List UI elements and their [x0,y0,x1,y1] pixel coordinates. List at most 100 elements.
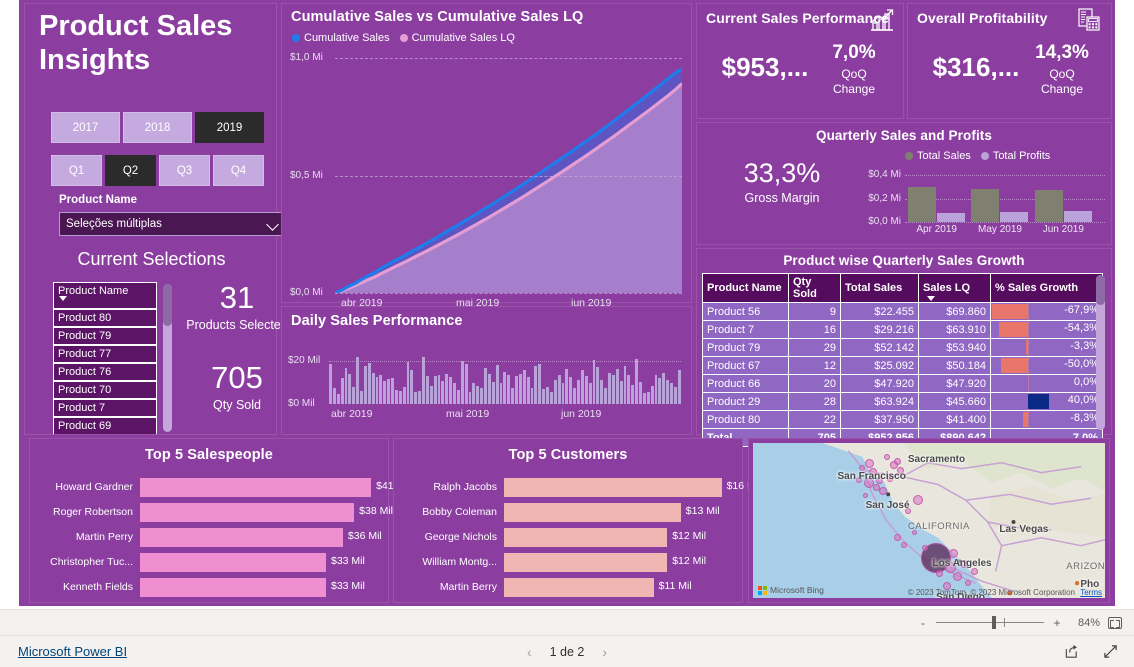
customer-row[interactable]: Ralph Jacobs $16 Mil [394,475,760,499]
daily-sales-bar[interactable] [526,376,530,404]
product-list-item[interactable]: Product 76 [53,363,157,381]
daily-sales-bar[interactable] [650,385,654,404]
table-row[interactable]: Product 29 28 $63.924 $45.660 40,0% [702,392,1103,411]
table-header-row[interactable]: Product Name Qty Sold Total Sales Sales LQ%… [702,273,1103,303]
table-cell[interactable]: Product 56 [702,302,789,321]
quarter-button-q1[interactable]: Q1 [51,155,102,186]
daily-sales-bar[interactable] [379,374,383,404]
table-cell[interactable]: 9 [788,302,841,321]
daily-sales-bar[interactable] [639,382,642,404]
daily-sales-bar[interactable] [518,373,522,404]
table-row[interactable]: Product 80 22 $37.950 $41.400 -8,3% [702,410,1103,429]
daily-sales-bar[interactable] [666,380,669,404]
table-cell[interactable]: $63.924 [840,392,919,411]
cumulative-sales-legend[interactable]: Cumulative Sales Cumulative Sales LQ [292,32,515,44]
top-customers-card[interactable]: Top 5 Customers Ralph Jacobs $16 Mil Bobby… [393,438,760,603]
daily-sales-bar[interactable] [600,380,604,404]
overall-profitability-card[interactable]: Overall Profitability $316,... 14,3% QoQ [907,3,1112,119]
daily-sales-bar[interactable] [402,386,406,404]
daily-sales-bar[interactable] [534,366,538,404]
quarterly-bar[interactable] [937,213,966,222]
product-name-dropdown[interactable]: Seleções múltiplas [59,212,287,236]
daily-sales-bar[interactable] [658,378,662,404]
daily-sales-bar[interactable] [677,370,681,404]
daily-sales-bar[interactable] [654,374,658,404]
table-cell[interactable]: $45.660 [918,392,991,411]
map-data-bubble[interactable] [864,458,874,468]
map-viewport[interactable]: Sacramento San Francisco San José Las Vegas… [753,443,1105,598]
product-list-item[interactable]: Product 69 [53,417,157,434]
table-column-header[interactable]: Product Name [702,273,789,303]
table-cell[interactable]: 29 [788,338,841,357]
customer-row[interactable]: Martin Berry $11 Mil [394,575,742,599]
table-cell[interactable]: Product 67 [702,356,789,375]
customer-row[interactable]: William Montg... $12 Mil [394,550,742,574]
table-cell-growth[interactable]: -54,3% [990,320,1103,339]
quarterly-bar[interactable] [1034,189,1063,222]
year-button-2017[interactable]: 2017 [51,112,120,143]
product-list-header[interactable]: Product Name [53,282,157,309]
daily-sales-bar[interactable] [546,386,549,404]
daily-sales-bar[interactable] [569,376,573,404]
daily-sales-bar[interactable] [480,387,483,404]
daily-sales-bar[interactable] [363,366,367,404]
daily-sales-bar[interactable] [449,376,452,404]
quarterly-sales-profits-card[interactable]: Quarterly Sales and Profits 33,3% Gross … [696,122,1112,245]
daily-sales-bar[interactable] [538,363,542,404]
table-column-header[interactable]: Total Sales [840,273,919,303]
product-growth-table-card[interactable]: Product wise Quarterly Sales Growth Prod… [696,248,1112,447]
daily-sales-bar[interactable] [611,374,615,404]
daily-sales-bar[interactable] [565,369,569,404]
map-data-bubble[interactable] [893,534,901,542]
salesperson-bar[interactable] [140,477,372,497]
daily-sales-bar[interactable] [487,373,491,404]
daily-sales-bar[interactable] [615,369,619,404]
table-cell[interactable]: $29.216 [840,320,919,339]
table-column-header[interactable]: Sales LQ [918,273,991,303]
salesperson-row[interactable]: Howard Gardner $41 Mil [30,475,410,499]
salesperson-bar[interactable] [140,527,343,547]
table-cell[interactable]: $69.860 [918,302,991,321]
legend-item-total-sales[interactable]: Total Sales [905,150,971,162]
daily-sales-bar[interactable] [464,363,468,404]
map-data-bubble[interactable] [936,569,944,577]
daily-sales-bar[interactable] [584,375,588,404]
daily-sales-bar[interactable] [418,391,421,404]
salesperson-row[interactable]: Martin Perry $36 Mil [30,525,388,549]
table-cell[interactable]: Product 7 [702,320,789,339]
daily-sales-bar[interactable] [394,389,398,404]
map-data-bubble[interactable] [889,460,898,469]
customer-row[interactable]: Bobby Coleman $13 Mil [394,500,742,524]
zoom-slider-thumb[interactable] [992,616,996,629]
table-row[interactable]: Product 66 20 $47.920 $47.920 0,0% [702,374,1103,393]
daily-sales-bar[interactable] [472,383,476,404]
year-slicer[interactable]: 2017 2018 2019 [51,112,264,143]
daily-sales-bar[interactable] [340,378,344,404]
daily-sales-bar[interactable] [670,383,673,404]
product-list-item[interactable]: Product 7 [53,399,157,417]
daily-sales-bar[interactable] [561,383,565,404]
quarter-slicer[interactable]: Q1 Q2 Q3 Q4 [51,155,264,186]
table-row[interactable]: Product 67 12 $25.092 $50.184 -50,0% [702,356,1103,375]
table-row[interactable]: Product 79 29 $52.142 $53.940 -3,3% [702,338,1103,357]
daily-sales-bar[interactable] [329,363,332,404]
salesperson-row[interactable]: Kenneth Fields $33 Mil [30,575,388,599]
table-cell[interactable]: 22 [788,410,841,429]
map-data-bubble[interactable] [883,453,890,460]
daily-sales-bar[interactable] [499,383,503,404]
daily-sales-bar[interactable] [406,361,410,404]
daily-sales-bar[interactable] [573,387,576,404]
daily-sales-bar[interactable] [433,375,437,404]
table-cell[interactable]: $41.400 [918,410,991,429]
daily-sales-bar[interactable] [332,387,336,404]
customer-row[interactable]: George Nichols $12 Mil [394,525,742,549]
product-growth-table[interactable]: Product Name Qty Sold Total Sales Sales LQ%… [702,273,1103,447]
daily-sales-bar[interactable] [468,392,472,404]
daily-sales-bar[interactable] [495,365,499,404]
selected-products-list[interactable]: Product Name Product 80 Product 79 Product … [53,282,157,434]
daily-sales-bar[interactable] [437,374,441,404]
table-cell[interactable]: Product 66 [702,374,789,393]
top-salespeople-card[interactable]: Top 5 Salespeople Howard Gardner $41 Mil R… [29,438,410,603]
quarter-button-q4[interactable]: Q4 [213,155,264,186]
daily-sales-bar[interactable] [507,374,511,404]
